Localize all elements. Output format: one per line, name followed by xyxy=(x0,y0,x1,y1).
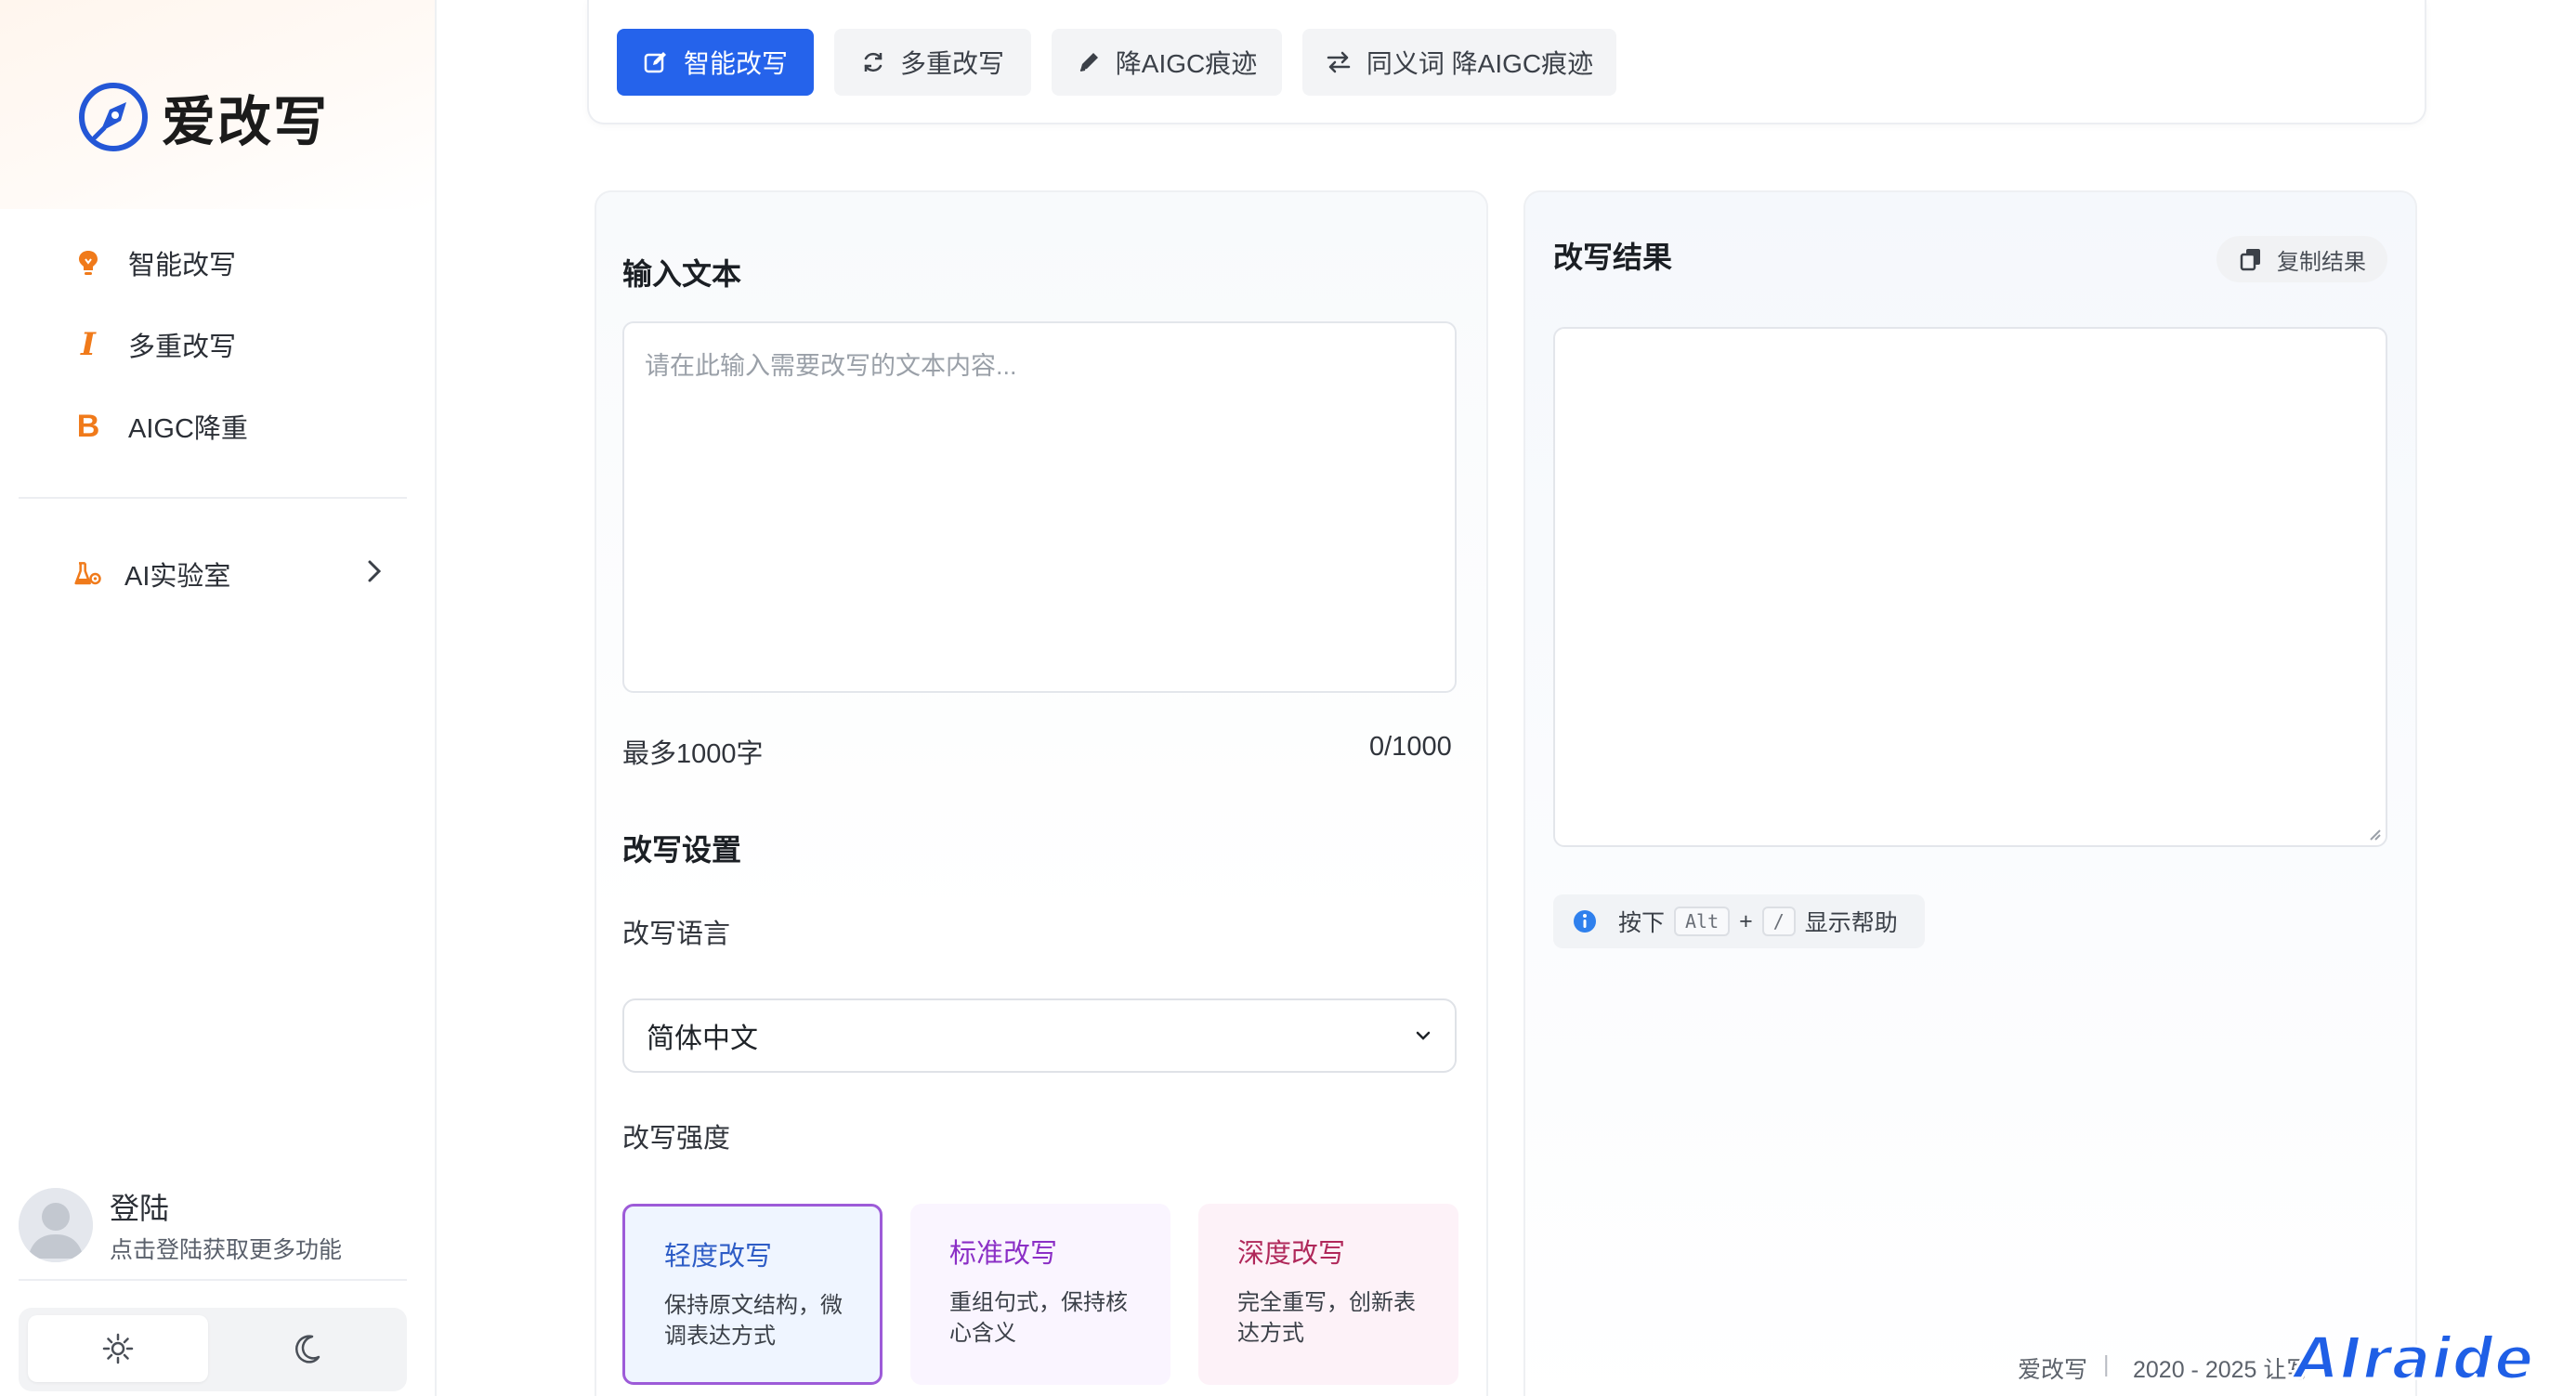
refresh-icon xyxy=(864,52,883,72)
help-prefix: 按下 xyxy=(1618,910,1666,936)
tab-synonym-reduce-aigc[interactable]: 同义词 降AIGC痕迹 xyxy=(1302,29,1616,96)
strength-option-desc: 完全重写，创新表达方式 xyxy=(1237,1290,1416,1346)
input-placeholder: 请在此输入需要改写的文本内容... xyxy=(645,352,1017,380)
tab-label: 同义词 降AIGC痕迹 xyxy=(1366,49,1594,78)
light-theme-button[interactable] xyxy=(28,1315,208,1382)
edit-icon xyxy=(644,52,666,73)
dark-theme-button[interactable] xyxy=(217,1315,398,1382)
sidebar-item-label: 智能改写 xyxy=(128,251,237,281)
copy-result-button[interactable]: 复制结果 xyxy=(2216,236,2387,282)
tab-label: 多重改写 xyxy=(899,49,1004,78)
sidebar-divider xyxy=(19,497,407,499)
user-silhouette-icon xyxy=(19,1188,93,1262)
sun-icon xyxy=(102,1333,134,1364)
strength-option-deep[interactable]: 深度改写 完全重写，创新表达方式 xyxy=(1198,1204,1458,1385)
airaide-watermark-logo: AIraide xyxy=(2293,1324,2535,1394)
language-label: 改写语言 xyxy=(622,920,731,949)
swap-icon xyxy=(1327,51,1351,73)
strength-option-desc: 保持原文结构，微调表达方式 xyxy=(664,1293,843,1349)
char-limit-text: 最多1000字 xyxy=(622,739,764,769)
resize-handle-icon[interactable] xyxy=(2365,825,2382,842)
tab-label: 智能改写 xyxy=(683,49,788,78)
avatar xyxy=(19,1188,93,1262)
settings-title: 改写设置 xyxy=(622,833,742,867)
help-hint: 按下 Alt + / 显示帮助 xyxy=(1553,894,1925,948)
strength-option-standard[interactable]: 标准改写 重组句式，保持核心含义 xyxy=(910,1204,1170,1385)
login-label: 登陆 xyxy=(110,1192,170,1225)
help-key-alt: Alt xyxy=(1674,907,1731,936)
tab-multi-rewrite[interactable]: 多重改写 xyxy=(834,29,1031,96)
pencil-icon xyxy=(1079,53,1098,72)
info-icon xyxy=(1574,910,1596,933)
user-login-block[interactable]: 登陆 点击登陆获取更多功能 xyxy=(19,1185,342,1265)
result-title: 改写结果 xyxy=(1553,241,1673,274)
sidebar-item-label: AI实验室 xyxy=(124,562,231,592)
footer-copyright: 2020 - 2025 让写 xyxy=(2133,1357,2310,1383)
mode-tabbar: 智能改写 多重改写 降AIGC痕迹 同义词 降AIGC痕迹 xyxy=(587,0,2426,124)
language-select[interactable]: 简体中文 xyxy=(622,998,1457,1073)
moon-icon xyxy=(295,1335,320,1363)
strength-option-light[interactable]: 轻度改写 保持原文结构，微调表达方式 xyxy=(622,1204,883,1385)
help-key-slash: / xyxy=(1761,907,1796,936)
footer-separator: | xyxy=(2103,1351,2110,1377)
input-textarea[interactable]: 请在此输入需要改写的文本内容... xyxy=(622,321,1457,693)
flask-gear-icon xyxy=(74,560,102,588)
app-name: 爱改写 xyxy=(162,92,330,152)
sidebar: 爱改写 智能改写 I 多重改写 B AIGC降重 AI实验室 登陆 点击登陆获取… xyxy=(0,0,437,1396)
sidebar-item-smart-rewrite[interactable]: 智能改写 xyxy=(74,235,236,291)
lightbulb-icon xyxy=(74,249,102,277)
strength-option-title: 深度改写 xyxy=(1237,1239,1346,1269)
copy-result-label: 复制结果 xyxy=(2277,249,2366,275)
strength-label: 改写强度 xyxy=(622,1124,731,1154)
strength-option-title: 轻度改写 xyxy=(664,1242,773,1272)
italic-icon: I xyxy=(81,326,96,363)
sidebar-item-ai-lab[interactable]: AI实验室 xyxy=(74,546,230,602)
pen-nib-logo-icon xyxy=(79,83,148,151)
tab-smart-rewrite[interactable]: 智能改写 xyxy=(617,29,814,96)
tab-reduce-aigc[interactable]: 降AIGC痕迹 xyxy=(1052,29,1282,96)
login-subtitle: 点击登陆获取更多功能 xyxy=(110,1237,343,1263)
sidebar-item-label: AIGC降重 xyxy=(128,414,248,444)
chevron-down-icon xyxy=(1416,1031,1431,1040)
input-title: 输入文本 xyxy=(622,257,742,291)
sidebar-item-multi-rewrite[interactable]: I 多重改写 xyxy=(74,317,236,372)
language-value: 简体中文 xyxy=(647,1024,758,1054)
char-counter: 0/1000 xyxy=(1369,732,1452,762)
help-plus: + xyxy=(1739,907,1753,934)
footer-brand: 爱改写 xyxy=(2018,1357,2088,1383)
theme-toggle xyxy=(19,1308,407,1391)
bold-icon: B xyxy=(76,408,100,444)
strength-option-title: 标准改写 xyxy=(949,1239,1058,1269)
result-textarea[interactable] xyxy=(1553,327,2387,847)
copy-icon xyxy=(2240,249,2260,271)
sidebar-item-aigc-reduce[interactable]: B AIGC降重 xyxy=(74,398,248,454)
sidebar-item-label: 多重改写 xyxy=(128,333,237,362)
sidebar-divider xyxy=(19,1279,407,1281)
strength-option-desc: 重组句式，保持核心含义 xyxy=(949,1290,1128,1346)
chevron-right-icon[interactable] xyxy=(360,557,388,585)
tab-label: 降AIGC痕迹 xyxy=(1115,49,1258,78)
help-suffix: 显示帮助 xyxy=(1804,910,1898,936)
app-logo[interactable]: 爱改写 xyxy=(78,78,329,156)
